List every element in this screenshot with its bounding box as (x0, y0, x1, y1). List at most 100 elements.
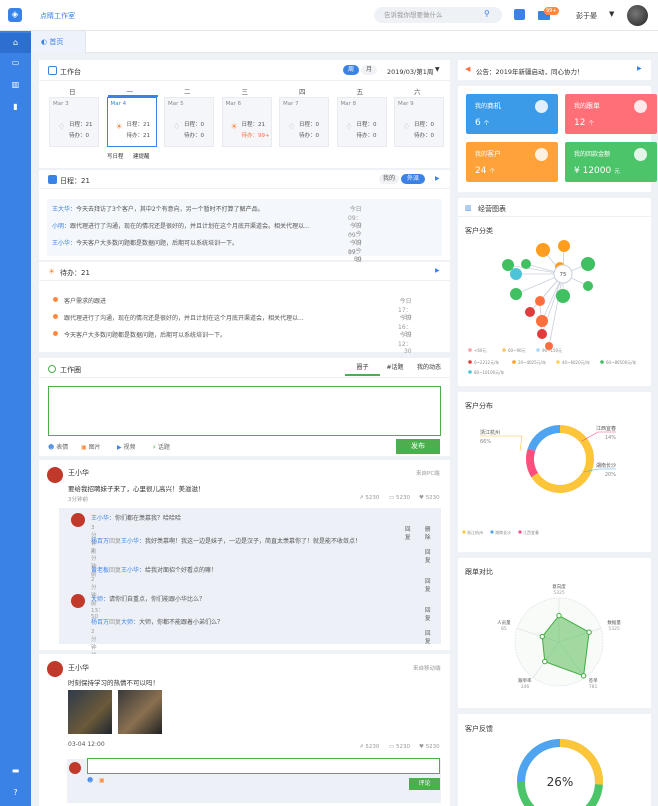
tab-topic[interactable]: #话题 (380, 362, 410, 376)
day-cell[interactable]: Mar 9 ♢ 日程：0 待办：0 (394, 97, 444, 147)
tab-circle[interactable]: 圈子 (345, 362, 380, 376)
stat-tile[interactable]: 我的商机 6 个 (466, 94, 558, 134)
day-cell[interactable]: Mar 6 ☀ 日程：21 待办：99+ (221, 97, 272, 147)
network-node[interactable] (581, 257, 595, 271)
help-icon[interactable]: ? (0, 783, 31, 803)
todo-text[interactable]: 客户需求的跟进 (64, 296, 354, 305)
tab-my-activity[interactable]: 我的动态 (410, 362, 448, 376)
post-textarea[interactable] (48, 386, 441, 436)
network-node[interactable] (521, 259, 531, 269)
reply-from[interactable]: 黄老板 (91, 567, 109, 574)
network-node[interactable] (536, 243, 550, 257)
schedule-item[interactable]: 王大华：今天去拜访了3个客户，其中2个有意向，另一个暂时不打算了解产品。 (52, 204, 342, 213)
toggle-week[interactable]: 周 (343, 65, 359, 75)
avatar[interactable] (71, 513, 85, 527)
reply-to[interactable]: 王小华： (121, 567, 145, 574)
pie-slice[interactable] (527, 425, 561, 452)
schedule-item[interactable]: 小明：跟代理进行了沟通，现在的情况还是很好的，并且计划在这个月底开渠道会。相关代… (52, 221, 342, 230)
stat-tile[interactable]: 我的跟单 12 个 (565, 94, 657, 134)
video-tool[interactable]: ▶ 视频 (117, 442, 136, 451)
reply-button[interactable]: 回复 (425, 629, 431, 645)
reply-from[interactable]: 杨百万 (91, 538, 109, 545)
pie-slice[interactable] (526, 448, 539, 478)
radar-chart[interactable]: 意向度5325数据量5325签单781跟单率346人员量85 (458, 578, 651, 708)
reply-from[interactable]: 大师： (91, 596, 109, 603)
chevron-down-icon[interactable]: ▼ (435, 66, 440, 73)
delete-button[interactable]: 删除 (425, 525, 431, 541)
share-count[interactable]: ⇗ 5230 (359, 744, 379, 750)
todo-text[interactable]: 跟代理进行了沟通，现在的情况还是很好的，并且计划在这个月底开渠道会，相关代理以.… (64, 313, 354, 322)
notice-text[interactable]: 公告：2019年新疆启动，同心协力！ (476, 66, 584, 76)
search-icon[interactable]: ⚲ (484, 9, 490, 18)
schedule-person[interactable]: 小明： (52, 223, 70, 230)
chat-icon[interactable]: ▬ (0, 761, 31, 781)
network-node[interactable] (536, 315, 548, 327)
post-author[interactable]: 王小华 (68, 468, 89, 478)
avatar[interactable] (47, 467, 63, 483)
chevron-down-icon[interactable]: ▼ (609, 10, 614, 18)
tab-home[interactable]: ◐ 首页 (31, 31, 86, 53)
toggle-month[interactable]: 月 (361, 65, 377, 75)
toggle-assigned[interactable]: 外派 (401, 174, 425, 184)
stat-tile[interactable]: 我的客户 24 个 (466, 142, 558, 182)
schedule-person[interactable]: 王小华： (52, 240, 76, 247)
network-node[interactable] (583, 281, 593, 291)
comment-input[interactable] (87, 758, 440, 774)
reply-button[interactable]: 回复 (425, 548, 431, 564)
network-node[interactable] (510, 288, 522, 300)
write-schedule-link[interactable]: 写日程 (107, 152, 124, 160)
like-count[interactable]: ♥ 5230 (419, 744, 440, 750)
schedule-item[interactable]: 王小华：今天客户大多数问题都是数据问题，后期可以系统培训一下。 (52, 238, 342, 247)
comment-count[interactable]: ▭ 5230 (389, 744, 410, 750)
stat-tile[interactable]: 我的回款金额 ¥ 12000 元 (565, 142, 657, 182)
avatar[interactable] (71, 594, 85, 608)
day-cell[interactable]: Mar 7 ♢ 日程：0 待办：0 (279, 97, 329, 147)
schedule-person[interactable]: 王大华： (52, 206, 76, 213)
radar-point[interactable] (539, 633, 545, 640)
user-name[interactable]: 彭于晏 (576, 11, 597, 21)
comment-count[interactable]: ▭ 5230 (389, 495, 410, 501)
cube-icon[interactable] (514, 9, 525, 20)
post-author[interactable]: 王小华 (68, 663, 89, 673)
monitor-icon[interactable]: ▭ (0, 53, 31, 73)
radar-point[interactable] (586, 629, 592, 635)
reply-to[interactable]: 王小华： (121, 538, 145, 545)
reply-button[interactable]: 回复 (405, 525, 411, 541)
comment-button[interactable]: 评论 (409, 778, 440, 790)
todo-text[interactable]: 今天客户大多数问题都是数据问题，后期可以系统培训一下。 (64, 330, 354, 339)
expand-icon[interactable]: ▶ (637, 65, 642, 72)
book-icon[interactable]: ▮ (0, 97, 31, 117)
bar-chart-icon[interactable]: ▥ (0, 75, 31, 95)
day-cell[interactable]: Mar 3 ♢ 日程：21 待办：0 (49, 97, 99, 147)
pie-chart[interactable]: 浙江杭州66%江西宜春14%湖南长沙20%浙江杭州 湖南长沙 江西宜春 (458, 414, 651, 550)
toggle-mine[interactable]: 我的 (379, 174, 399, 184)
network-node[interactable] (510, 268, 522, 280)
post-image-1[interactable] (68, 690, 112, 734)
like-count[interactable]: ♥ 5230 (419, 495, 440, 501)
emoji-tool[interactable]: ☻ 表情 (48, 442, 68, 451)
network-node[interactable] (502, 259, 514, 271)
reply-to[interactable]: 大师： (121, 619, 139, 626)
radar-point[interactable] (556, 612, 562, 619)
network-node[interactable] (558, 240, 570, 252)
reply-from[interactable]: 王小华： (91, 515, 115, 522)
period-select[interactable]: 2019/03/第1周 (387, 66, 433, 76)
network-node[interactable] (525, 307, 535, 317)
reply-from[interactable]: 杨百万 (91, 619, 109, 626)
image-icon[interactable]: ▣ (99, 777, 105, 784)
emoji-icon[interactable]: ☻ (87, 777, 93, 784)
reply-button[interactable]: 回复 (425, 577, 431, 593)
share-count[interactable]: ⇗ 5230 (359, 495, 379, 501)
radar-point[interactable] (542, 658, 548, 665)
day-cell[interactable]: Mar 8 ♢ 日程：0 待办：0 (336, 97, 387, 147)
publish-button[interactable]: 发布 (396, 439, 440, 454)
topic-tool[interactable]: ♯ 话题 (153, 442, 170, 451)
reply-button[interactable]: 回复 (425, 606, 431, 622)
avatar[interactable] (627, 5, 648, 26)
expand-icon[interactable]: ▶ (435, 267, 440, 274)
network-node[interactable] (535, 296, 545, 306)
create-reminder-link[interactable]: 建提醒 (133, 152, 150, 160)
home-icon[interactable]: ⌂ (0, 33, 31, 53)
avatar[interactable] (47, 661, 63, 677)
search-input[interactable]: 告诉我你想要做什么 (374, 7, 502, 23)
